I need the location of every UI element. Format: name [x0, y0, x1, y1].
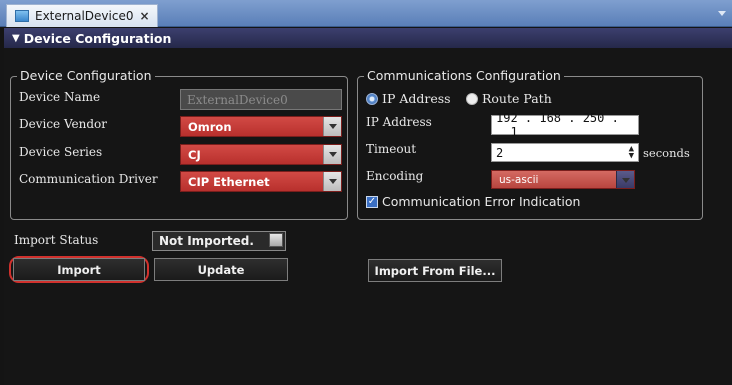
- import-button[interactable]: Import: [13, 258, 145, 281]
- communication-driver-label: Communication Driver: [19, 172, 158, 186]
- chevron-down-icon[interactable]: [616, 171, 634, 188]
- tab-title: ExternalDevice0: [35, 9, 134, 23]
- communication-driver-select[interactable]: CIP Ethernet: [180, 171, 342, 192]
- device-vendor-select[interactable]: Omron: [180, 116, 342, 137]
- device-name-field: ExternalDevice0: [180, 89, 342, 110]
- device-series-label: Device Series: [19, 145, 103, 159]
- ip-address-input[interactable]: 192 . 168 . 250 . __1: [491, 111, 639, 139]
- section-header-device-configuration[interactable]: ▼ Device Configuration: [4, 28, 732, 48]
- chevron-down-icon[interactable]: [323, 117, 341, 136]
- device-vendor-label: Device Vendor: [19, 117, 108, 131]
- device-icon: [15, 10, 29, 22]
- ip-address-radio[interactable]: [366, 93, 378, 105]
- import-from-file-button[interactable]: Import From File...: [368, 259, 502, 282]
- communication-error-indication-label[interactable]: Communication Error Indication: [382, 194, 580, 209]
- route-path-radio[interactable]: [466, 93, 478, 105]
- chevron-down-icon[interactable]: [323, 172, 341, 191]
- route-path-radio-label[interactable]: Route Path: [482, 91, 552, 106]
- encoding-label: Encoding: [366, 169, 424, 183]
- ip-address-radio-label[interactable]: IP Address: [382, 91, 451, 106]
- device-vendor-value: Omron: [188, 119, 232, 134]
- close-icon[interactable]: ×: [139, 9, 149, 23]
- communications-configuration-legend: Communications Configuration: [364, 68, 564, 83]
- timeout-value: 2: [496, 145, 504, 160]
- timeout-unit-label: seconds: [643, 146, 690, 160]
- device-configuration-legend: Device Configuration: [17, 68, 155, 83]
- section-title: Device Configuration: [23, 30, 172, 46]
- update-button[interactable]: Update: [154, 258, 288, 281]
- communication-driver-value: CIP Ethernet: [188, 174, 270, 189]
- status-indicator-icon: [269, 233, 283, 247]
- chevron-down-icon[interactable]: [718, 11, 726, 16]
- communication-error-indication-checkbox[interactable]: ✓: [366, 196, 378, 208]
- ip-address-label: IP Address: [366, 115, 432, 129]
- import-status-label: Import Status: [14, 233, 99, 247]
- timeout-label: Timeout: [366, 142, 417, 156]
- import-status-value: Not Imported.: [159, 234, 254, 248]
- device-series-value: CJ: [188, 147, 201, 162]
- collapse-arrow-icon: ▼: [12, 32, 20, 44]
- timeout-input[interactable]: 2 ▲ ▼: [491, 143, 639, 162]
- editor-tab-strip: ExternalDevice0 ×: [0, 0, 732, 27]
- spinner-icon[interactable]: ▲ ▼: [629, 145, 634, 161]
- chevron-down-icon[interactable]: [323, 145, 341, 164]
- import-status-field: Not Imported.: [152, 231, 286, 251]
- tab-external-device[interactable]: ExternalDevice0 ×: [6, 4, 158, 27]
- device-name-label: Device Name: [19, 90, 101, 104]
- encoding-select[interactable]: us-ascii: [491, 170, 635, 189]
- device-series-select[interactable]: CJ: [180, 144, 342, 165]
- encoding-value: us-ascii: [499, 173, 539, 186]
